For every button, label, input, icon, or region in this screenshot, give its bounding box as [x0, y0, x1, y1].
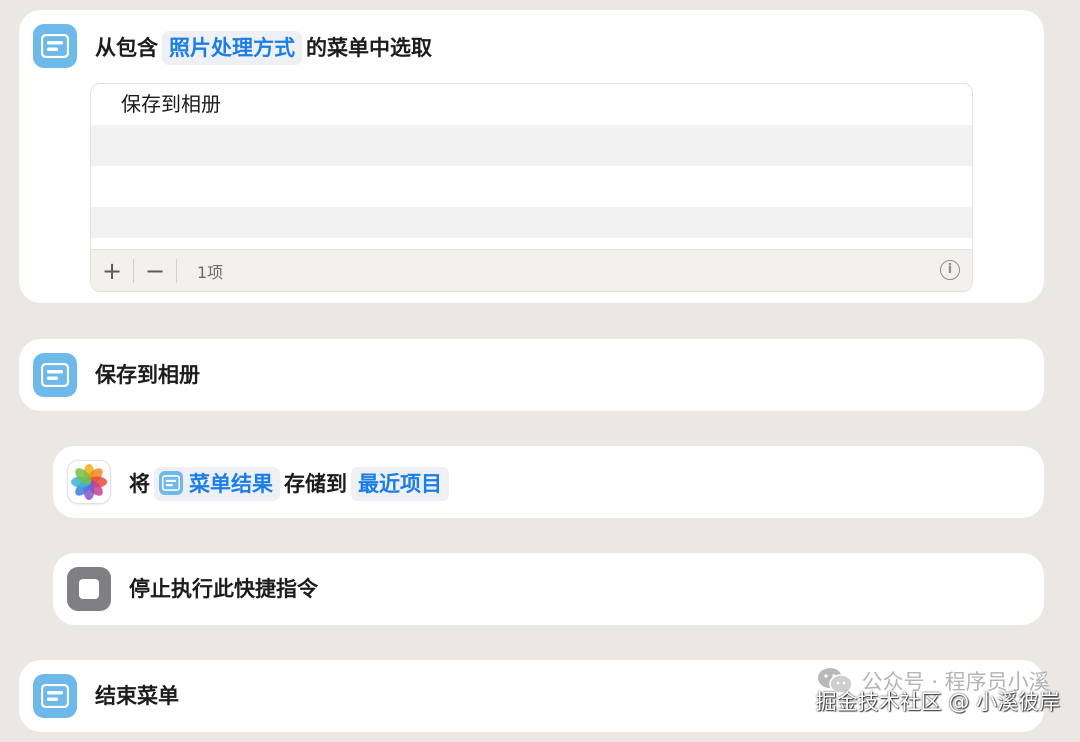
- menu-prompt-token[interactable]: 照片处理方式: [162, 31, 302, 65]
- save-to-photo-album-action[interactable]: 将 菜单结果 存储到 最近项目: [53, 446, 1044, 518]
- stop-shortcut-action[interactable]: 停止执行此快捷指令: [53, 553, 1044, 625]
- menu-list-icon: [33, 674, 77, 718]
- album-token[interactable]: 最近项目: [351, 467, 449, 501]
- choose-from-menu-action[interactable]: 从包含 照片处理方式 的菜单中选取 保存到相册 + − 1项 i: [19, 10, 1044, 303]
- empty-list-row: [91, 125, 972, 166]
- menu-result-label: 菜单结果: [189, 472, 273, 496]
- watermark-line-2: 掘金技术社区 @ 小溪彼岸: [815, 690, 1060, 714]
- info-icon[interactable]: i: [940, 260, 960, 280]
- save-photo-title: 将 菜单结果 存储到 最近项目: [129, 467, 453, 501]
- add-item-button[interactable]: +: [91, 251, 133, 291]
- menu-case-save-to-album[interactable]: 保存到相册: [19, 339, 1044, 411]
- stop-square-icon: [79, 579, 99, 599]
- menu-list-icon: [33, 24, 77, 68]
- menu-result-token[interactable]: 菜单结果: [154, 467, 280, 501]
- menu-items-list: 保存到相册 + − 1项 i: [90, 83, 973, 292]
- choose-menu-title: 从包含 照片处理方式 的菜单中选取: [95, 31, 432, 65]
- menu-list-icon: [33, 353, 77, 397]
- watermark: 公众号 · 程序员小溪 掘金技术社区 @ 小溪彼岸: [816, 666, 1060, 716]
- save-photo-middle: 存储到: [284, 472, 347, 496]
- stop-label: 停止执行此快捷指令: [129, 577, 318, 601]
- list-toolbar: + − 1项 i: [91, 249, 972, 291]
- choose-menu-prefix: 从包含: [95, 36, 158, 60]
- toolbar-divider: [176, 258, 177, 283]
- empty-list-row: [91, 166, 972, 207]
- item-count: 1项: [197, 262, 224, 282]
- end-menu-label: 结束菜单: [95, 684, 179, 708]
- save-photo-prefix: 将: [129, 472, 150, 496]
- stop-icon: [67, 567, 111, 611]
- choose-menu-suffix: 的菜单中选取: [306, 36, 432, 60]
- remove-item-button[interactable]: −: [134, 251, 176, 291]
- menu-list-icon: [159, 471, 183, 495]
- list-item[interactable]: 保存到相册: [91, 84, 972, 125]
- photos-app-icon: [67, 460, 111, 504]
- empty-list-row: [91, 207, 972, 238]
- menu-case-label: 保存到相册: [95, 363, 200, 387]
